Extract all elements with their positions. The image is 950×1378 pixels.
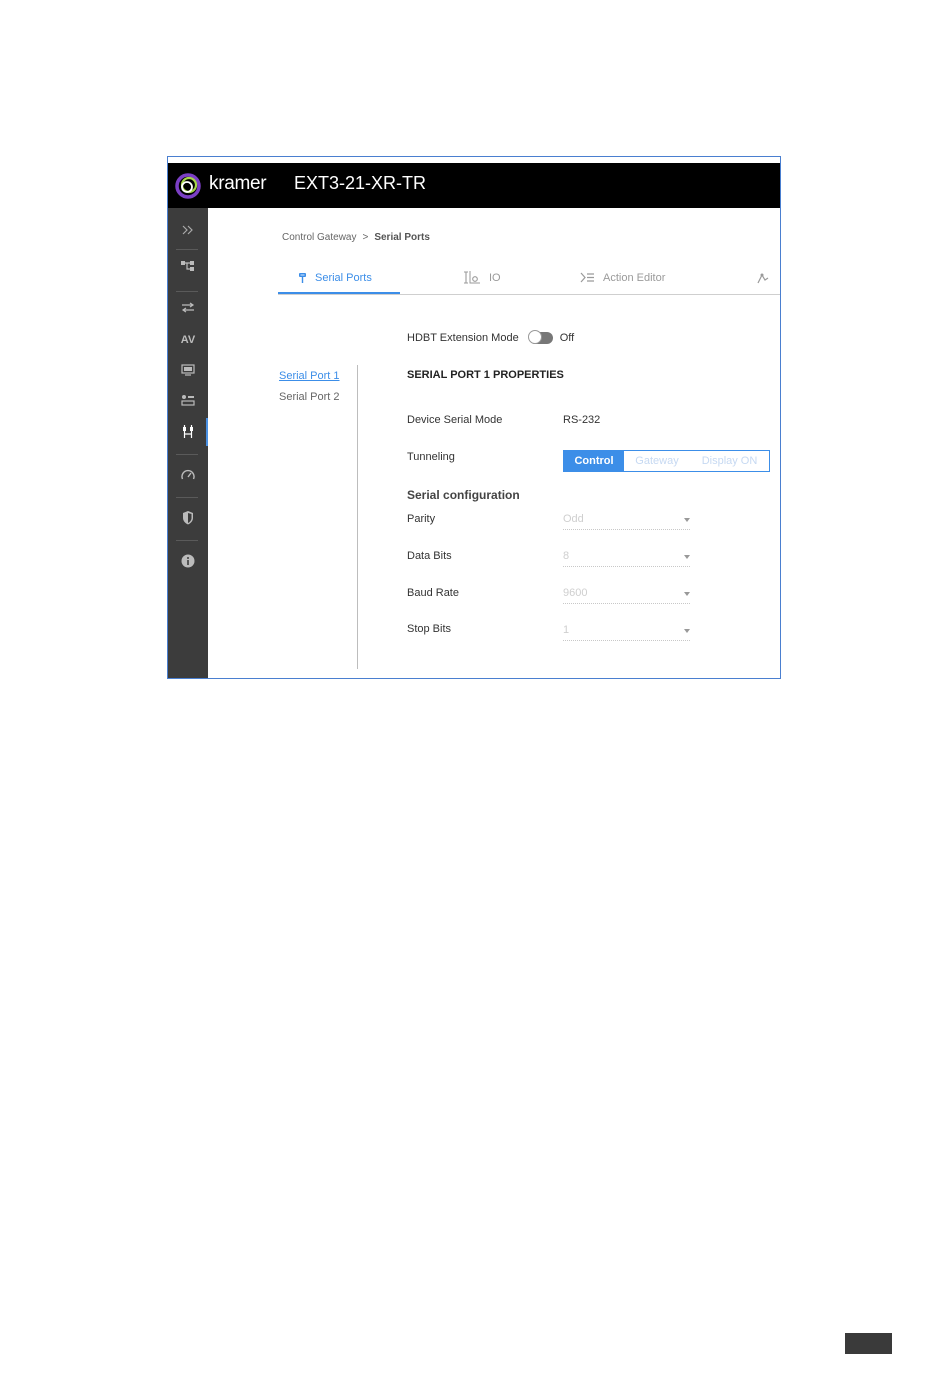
security-shield-icon[interactable]	[168, 504, 208, 532]
parity-select[interactable]: Odd	[563, 513, 690, 530]
tab-action-editor[interactable]: Action Editor	[580, 262, 665, 293]
active-indicator	[206, 418, 208, 446]
next-tab-icon	[756, 272, 770, 284]
action-editor-icon	[580, 272, 595, 283]
av-label: AV	[180, 334, 196, 346]
data-bits-value: 8	[563, 550, 570, 562]
cec-icon[interactable]	[168, 386, 208, 414]
active-tab-underline	[278, 292, 400, 294]
hdbt-extension-mode: HDBT Extension Mode Off	[407, 330, 575, 344]
tab-next[interactable]	[756, 262, 778, 293]
device-settings-icon[interactable]	[168, 461, 208, 489]
hdbt-state: Off	[559, 332, 575, 344]
data-bits-label: Data Bits	[407, 550, 452, 562]
port-item-serial-port-1[interactable]: Serial Port 1	[279, 370, 340, 391]
sidebar-divider	[176, 497, 198, 498]
tab-io[interactable]: IO	[463, 262, 501, 293]
tunneling-segmented-control: Control Gateway Display ON	[563, 450, 770, 472]
tab-bar: Serial Ports IO Action Editor	[278, 262, 780, 295]
routing-icon[interactable]	[168, 252, 208, 280]
page-number-block	[845, 1333, 892, 1354]
breadcrumb-current: Serial Ports	[374, 232, 430, 243]
serial-port-icon	[298, 272, 307, 284]
baud-rate-label: Baud Rate	[407, 587, 459, 599]
tab-io-label: IO	[489, 271, 501, 284]
baud-rate-select[interactable]: 9600	[563, 587, 690, 604]
device-serial-mode-label: Device Serial Mode	[407, 414, 503, 426]
tunneling-option-display-on[interactable]: Display ON	[690, 451, 769, 471]
baud-rate-value: 9600	[563, 587, 588, 599]
port-list-divider	[357, 365, 358, 669]
hdbt-toggle[interactable]	[527, 330, 553, 344]
tab-serial-ports-label: Serial Ports	[315, 271, 372, 284]
serial-configuration-heading: Serial configuration	[407, 488, 520, 502]
sidebar-divider	[176, 291, 198, 292]
auto-switching-icon[interactable]	[168, 294, 208, 322]
control-gateway-icon[interactable]	[168, 418, 208, 446]
device-serial-mode-value: RS-232	[563, 414, 601, 426]
expand-chevrons-icon[interactable]	[168, 216, 208, 244]
data-bits-select[interactable]: 8	[563, 550, 690, 567]
breadcrumb: Control Gateway > Serial Ports	[282, 232, 430, 243]
about-info-icon[interactable]	[168, 547, 208, 575]
brand-name: kramer	[209, 173, 267, 194]
edid-icon[interactable]	[168, 356, 208, 384]
breadcrumb-parent-link[interactable]: Control Gateway	[282, 232, 356, 243]
stop-bits-select[interactable]: 1	[563, 624, 690, 641]
serial-port-list: Serial Port 1 Serial Port 2	[279, 370, 340, 412]
tab-serial-ports[interactable]: Serial Ports	[298, 262, 372, 293]
io-icon	[463, 271, 481, 284]
dropdown-arrow-icon	[684, 592, 690, 596]
top-bar: kramer EXT3-21-XR-TR	[168, 163, 780, 208]
tunneling-option-gateway[interactable]: Gateway	[624, 451, 690, 471]
sidebar-divider	[176, 540, 198, 541]
breadcrumb-separator: >	[362, 232, 369, 243]
hdbt-label: HDBT Extension Mode	[407, 332, 519, 344]
tunneling-label: Tunneling	[407, 451, 455, 463]
parity-value: Odd	[563, 513, 584, 525]
kramer-logo-icon	[175, 173, 201, 199]
av-settings-icon[interactable]: AV	[168, 326, 208, 354]
stop-bits-label: Stop Bits	[407, 623, 452, 635]
dropdown-arrow-icon	[684, 518, 690, 522]
sidebar: AV	[168, 208, 208, 678]
device-name: EXT3-21-XR-TR	[294, 173, 427, 193]
port-item-serial-port-2[interactable]: Serial Port 2	[279, 391, 340, 412]
properties-title: SERIAL PORT 1 PROPERTIES	[407, 369, 564, 381]
sidebar-divider	[176, 454, 198, 455]
tunneling-option-control[interactable]: Control	[564, 451, 624, 471]
dropdown-arrow-icon	[684, 629, 690, 633]
app-window: kramer EXT3-21-XR-TR AV Control Gateway …	[167, 156, 781, 679]
stop-bits-value: 1	[563, 624, 570, 636]
sidebar-divider	[176, 249, 198, 250]
toggle-knob	[527, 330, 542, 344]
dropdown-arrow-icon	[684, 555, 690, 559]
parity-label: Parity	[407, 513, 436, 525]
tab-action-editor-label: Action Editor	[603, 271, 666, 284]
